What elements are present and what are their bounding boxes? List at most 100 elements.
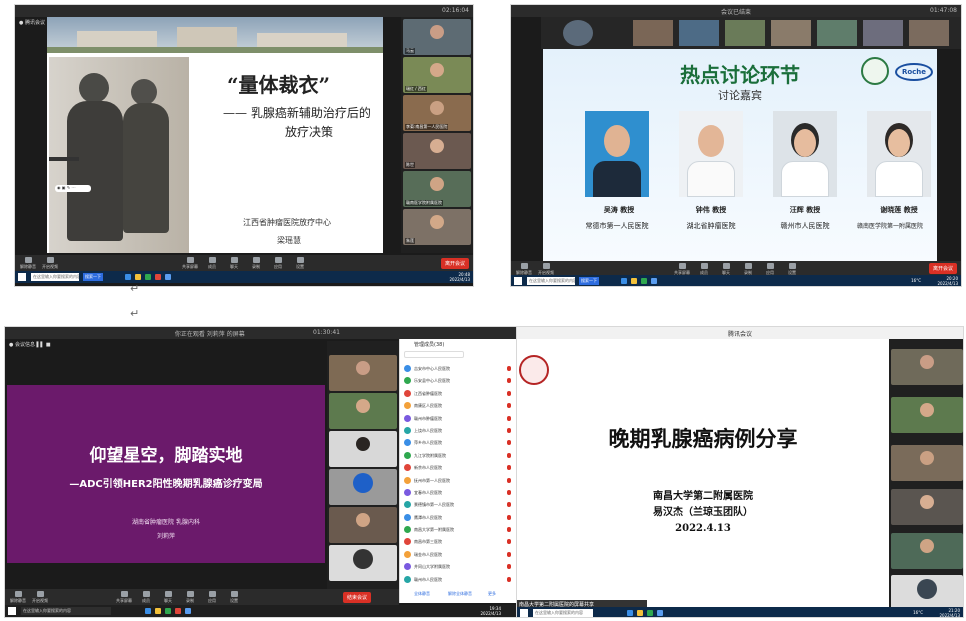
taskbar-app-icon[interactable]: [155, 608, 161, 614]
member-row[interactable]: 赣州市肿瘤医院: [404, 413, 517, 425]
mic-muted-icon[interactable]: [507, 551, 511, 557]
mic-muted-icon[interactable]: [507, 366, 511, 371]
taskbar-app-icon[interactable]: [145, 274, 151, 280]
member-row[interactable]: 宜春市人民医院: [404, 487, 517, 499]
member-row[interactable]: 井冈山大学附属医院: [404, 561, 517, 573]
windows-start-icon[interactable]: [8, 607, 16, 615]
member-row[interactable]: 赣州市人民医院: [404, 574, 517, 586]
mic-muted-icon[interactable]: [507, 440, 511, 446]
mic-muted-icon[interactable]: [507, 564, 511, 570]
participant-tile[interactable]: [863, 20, 903, 46]
sharing-toolbar[interactable]: ◉ ▣ ✎ ⋯: [55, 185, 91, 192]
taskbar-app-icon[interactable]: [185, 608, 191, 614]
taskbar-app-icon[interactable]: [621, 278, 627, 284]
taskbar-app-icon[interactable]: [145, 608, 151, 614]
participant-tile[interactable]: [329, 507, 397, 543]
video-button[interactable]: 开启视频: [39, 257, 61, 270]
mic-muted-icon[interactable]: [507, 378, 511, 384]
member-row[interactable]: 瑞金市人民医院: [404, 549, 517, 561]
participant-tile[interactable]: [679, 20, 719, 46]
mic-muted-icon[interactable]: [507, 489, 511, 495]
participant-tile[interactable]: [771, 20, 811, 46]
participant-tile[interactable]: 陈世: [403, 133, 471, 169]
member-row[interactable]: 新余市人民医院: [404, 462, 517, 474]
member-row[interactable]: 上饶市人民医院: [404, 425, 517, 437]
mic-muted-icon[interactable]: [507, 415, 511, 421]
participant-tile[interactable]: [725, 20, 765, 46]
participant-tile[interactable]: 瑞红 / 西红: [403, 57, 471, 93]
participant-tile[interactable]: [329, 469, 397, 505]
taskbar-search-input[interactable]: 在这里输入你要搜索的内容: [31, 273, 79, 281]
chat-button[interactable]: 聊天: [223, 257, 245, 270]
mic-muted-icon[interactable]: [507, 427, 511, 433]
members-button[interactable]: 成员: [135, 591, 157, 604]
taskbar-app-icon[interactable]: [631, 278, 637, 284]
mic-muted-icon[interactable]: [507, 576, 511, 582]
share-button[interactable]: 共享屏幕: [179, 257, 201, 270]
members-button[interactable]: 成员: [201, 257, 223, 270]
taskbar-app-icon[interactable]: [651, 278, 657, 284]
taskbar-app-icon[interactable]: [125, 274, 131, 280]
leave-meeting-button[interactable]: 离开会议: [928, 263, 957, 274]
chat-button[interactable]: 聊天: [157, 591, 179, 604]
mic-muted-icon[interactable]: [507, 502, 511, 508]
taskbar-app-icon[interactable]: [165, 608, 171, 614]
participant-tile[interactable]: 赣南医学院附属医院: [403, 171, 471, 207]
leave-meeting-button[interactable]: 离开会议: [440, 258, 469, 269]
taskbar-app-icon[interactable]: [657, 610, 663, 616]
participant-tile[interactable]: [891, 489, 963, 525]
participant-tile[interactable]: [329, 431, 397, 467]
member-row[interactable]: 景德镇市第一人民医院: [404, 499, 517, 511]
participant-tile[interactable]: 马云: [403, 19, 471, 55]
taskbar-search-input[interactable]: 在这里输入你要搜索的内容: [527, 277, 575, 285]
mic-muted-icon[interactable]: [507, 390, 511, 396]
taskbar-app-icon[interactable]: [627, 610, 633, 616]
video-button[interactable]: 开启视频: [29, 591, 51, 604]
panel-more-button[interactable]: 更多: [488, 591, 496, 597]
meeting-info[interactable]: ● 会议信息 ▌▌ ■: [9, 341, 51, 348]
participant-tile[interactable]: [891, 349, 963, 385]
mic-muted-icon[interactable]: [507, 477, 511, 483]
windows-start-icon[interactable]: [18, 273, 26, 281]
apps-button[interactable]: 应用: [201, 591, 223, 604]
member-row[interactable]: 江西省肿瘤医院: [404, 388, 517, 400]
mute-button[interactable]: 解除静音: [7, 591, 29, 604]
participant-tile[interactable]: [891, 533, 963, 569]
mic-muted-icon[interactable]: [507, 539, 511, 545]
member-row[interactable]: 萍乡市人民医院: [404, 437, 517, 449]
windows-start-icon[interactable]: [514, 277, 522, 285]
member-row[interactable]: 乐安县中心人民医院: [404, 375, 517, 387]
mic-muted-icon[interactable]: [507, 465, 511, 471]
participant-tile[interactable]: [891, 397, 963, 433]
taskbar-app-icon[interactable]: [647, 610, 653, 616]
panel-unmute-all-button[interactable]: 解除全体静音: [448, 591, 472, 597]
windows-start-icon[interactable]: [520, 609, 528, 617]
taskbar-search-button[interactable]: 搜索一下: [83, 273, 103, 281]
participant-tile[interactable]: [891, 575, 963, 611]
taskbar-app-icon[interactable]: [637, 610, 643, 616]
member-row[interactable]: 吉安市中心人民医院: [404, 363, 517, 375]
record-button[interactable]: 录制: [179, 591, 201, 604]
record-button[interactable]: 录制: [245, 257, 267, 270]
member-row[interactable]: 南昌大学第一附属医院: [404, 524, 517, 536]
mic-muted-icon[interactable]: [507, 452, 511, 458]
participant-tile[interactable]: [633, 20, 673, 46]
mute-button[interactable]: 解除静音: [17, 257, 39, 270]
taskbar-app-icon[interactable]: [135, 274, 141, 280]
taskbar-app-icon[interactable]: [641, 278, 647, 284]
member-row[interactable]: 九江学院附属医院: [404, 450, 517, 462]
mic-muted-icon[interactable]: [507, 527, 511, 533]
mic-muted-icon[interactable]: [507, 514, 511, 520]
taskbar-app-icon[interactable]: [165, 274, 171, 280]
participant-tile[interactable]: [891, 445, 963, 481]
settings-button[interactable]: 设置: [289, 257, 311, 270]
member-search-input[interactable]: [404, 351, 464, 358]
end-meeting-button[interactable]: 结束会议: [342, 592, 371, 603]
meeting-info[interactable]: ● 腾讯会议: [19, 19, 45, 26]
participant-tile[interactable]: [563, 20, 593, 46]
participant-tile[interactable]: 李菊:南昌第一人民医院: [403, 95, 471, 131]
member-row[interactable]: 鹰潭市人民医院: [404, 512, 517, 524]
taskbar-search-button[interactable]: 搜索一下: [579, 277, 599, 285]
share-button[interactable]: 共享屏幕: [113, 591, 135, 604]
participant-tile[interactable]: [329, 355, 397, 391]
